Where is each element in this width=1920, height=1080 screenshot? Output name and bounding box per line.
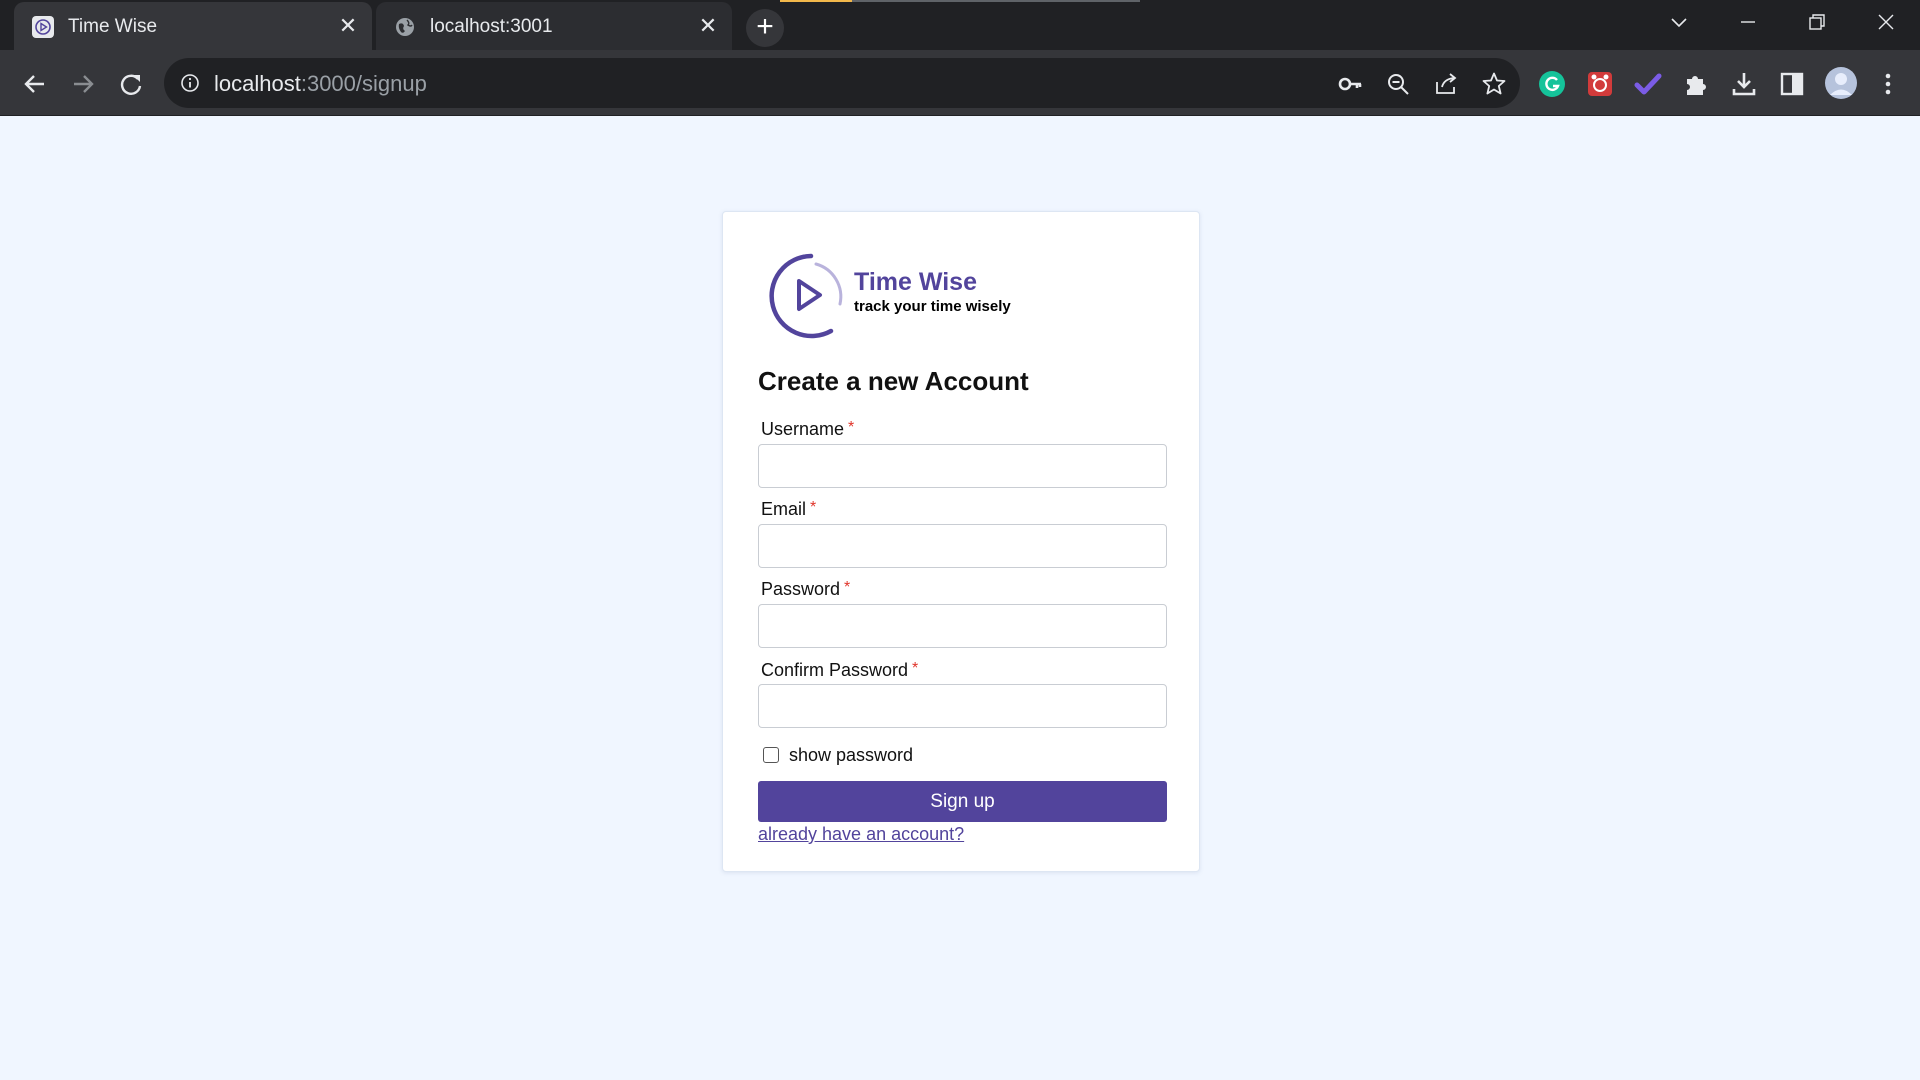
close-tab-icon[interactable]: ✕: [696, 14, 720, 38]
confirm-password-input[interactable]: [758, 684, 1167, 728]
checkmark-extension-icon[interactable]: [1634, 70, 1662, 98]
site-info-icon[interactable]: [180, 73, 200, 93]
username-label: Username *: [761, 419, 855, 439]
menu-more-icon[interactable]: [1874, 70, 1902, 98]
share-icon[interactable]: [1432, 70, 1460, 98]
username-input[interactable]: [758, 444, 1167, 488]
tab-localhost-3001[interactable]: localhost:3001 ✕: [376, 2, 732, 50]
extensions-puzzle-icon[interactable]: [1682, 70, 1710, 98]
back-icon[interactable]: [15, 64, 55, 104]
show-password-checkbox[interactable]: [763, 747, 779, 763]
side-panel-icon[interactable]: [1778, 70, 1806, 98]
red-extension-icon[interactable]: [1586, 70, 1614, 98]
password-input[interactable]: [758, 604, 1167, 648]
tab-time-wise[interactable]: Time Wise ✕: [14, 2, 372, 50]
confirm-password-label: Confirm Password *: [761, 660, 919, 680]
password-label: Password *: [761, 579, 851, 599]
tab-title: Time Wise: [68, 16, 158, 37]
already-have-account-link[interactable]: already have an account?: [758, 824, 964, 845]
required-marker: *: [912, 660, 919, 677]
required-marker: *: [848, 419, 855, 436]
email-input[interactable]: [758, 524, 1167, 568]
time-wise-logo-icon: [769, 253, 843, 339]
restore-icon[interactable]: [1799, 8, 1835, 38]
bookmark-star-icon[interactable]: [1480, 70, 1508, 98]
tab-search-chevron-icon[interactable]: [1661, 8, 1697, 38]
profile-avatar-icon[interactable]: [1824, 66, 1858, 100]
new-tab-button[interactable]: +: [746, 9, 784, 47]
page-title: Create a new Account: [758, 366, 1029, 396]
tab-title: localhost:3001: [430, 16, 553, 37]
required-marker: *: [844, 579, 851, 596]
show-password-label[interactable]: show password: [789, 745, 913, 766]
forward-icon[interactable]: [63, 64, 103, 104]
brand-tagline: track your time wisely: [854, 298, 1011, 315]
play-circle-favicon: [32, 16, 54, 38]
close-window-icon[interactable]: [1868, 8, 1904, 38]
show-password-row[interactable]: show password: [763, 744, 913, 766]
grammarly-extension-icon[interactable]: [1538, 70, 1566, 98]
minimize-icon[interactable]: [1730, 8, 1766, 38]
brand-name: Time Wise: [854, 268, 977, 296]
tab-strip: Time Wise ✕ localhost:3001 ✕ +: [0, 0, 1920, 50]
email-label: Email *: [761, 499, 817, 519]
address-bar[interactable]: localhost:3000/signup: [164, 58, 1520, 108]
url-text: localhost:3000/signup: [214, 71, 427, 96]
required-marker: *: [810, 499, 817, 516]
browser-toolbar: localhost:3000/signup: [0, 50, 1920, 116]
close-tab-icon[interactable]: ✕: [336, 14, 360, 38]
signup-card: Time Wise track your time wisely Create …: [722, 211, 1200, 872]
loading-bar: [780, 0, 1140, 2]
zoom-out-icon[interactable]: [1384, 70, 1412, 98]
reload-icon[interactable]: [111, 64, 151, 104]
download-icon[interactable]: [1730, 70, 1758, 98]
globe-icon: [396, 18, 414, 36]
key-icon[interactable]: [1336, 70, 1364, 98]
sign-up-button[interactable]: Sign up: [758, 781, 1167, 822]
